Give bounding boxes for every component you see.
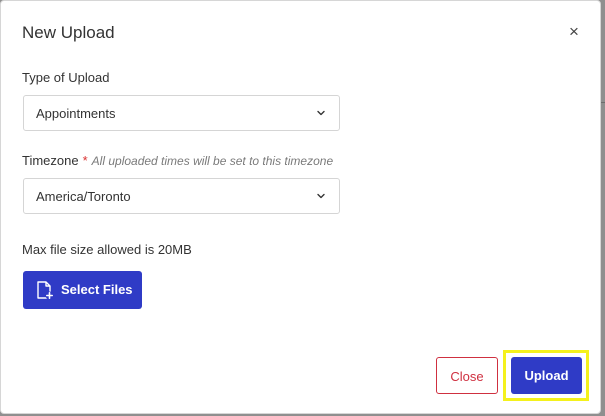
close-icon[interactable]: × (565, 23, 583, 41)
close-button-label: Close (450, 369, 484, 384)
upload-type-value: Appointments (36, 106, 116, 121)
timezone-label: Timezone (22, 153, 79, 168)
timezone-value: America/Toronto (36, 189, 131, 204)
timezone-hint: All uploaded times will be set to this t… (91, 154, 334, 168)
required-marker: * (82, 153, 88, 168)
upload-button[interactable]: Upload (511, 357, 582, 394)
close-button[interactable]: Close (436, 357, 498, 394)
upload-type-select[interactable]: Appointments (23, 95, 340, 131)
select-files-button[interactable]: Select Files (23, 271, 142, 309)
timezone-label-row: Timezone * All uploaded times will be set … (22, 153, 333, 168)
upload-type-label: Type of Upload (22, 70, 110, 85)
timezone-select[interactable]: America/Toronto (23, 178, 340, 214)
max-file-size-text: Max file size allowed is 20MB (22, 242, 192, 257)
file-add-icon (37, 281, 54, 300)
upload-button-label: Upload (524, 368, 569, 383)
select-files-label: Select Files (61, 282, 133, 297)
dialog-title: New Upload (22, 23, 115, 42)
chevron-down-icon (317, 110, 325, 116)
chevron-down-icon (317, 193, 325, 199)
new-upload-dialog: New Upload × Type of Upload Appointments… (0, 0, 601, 414)
